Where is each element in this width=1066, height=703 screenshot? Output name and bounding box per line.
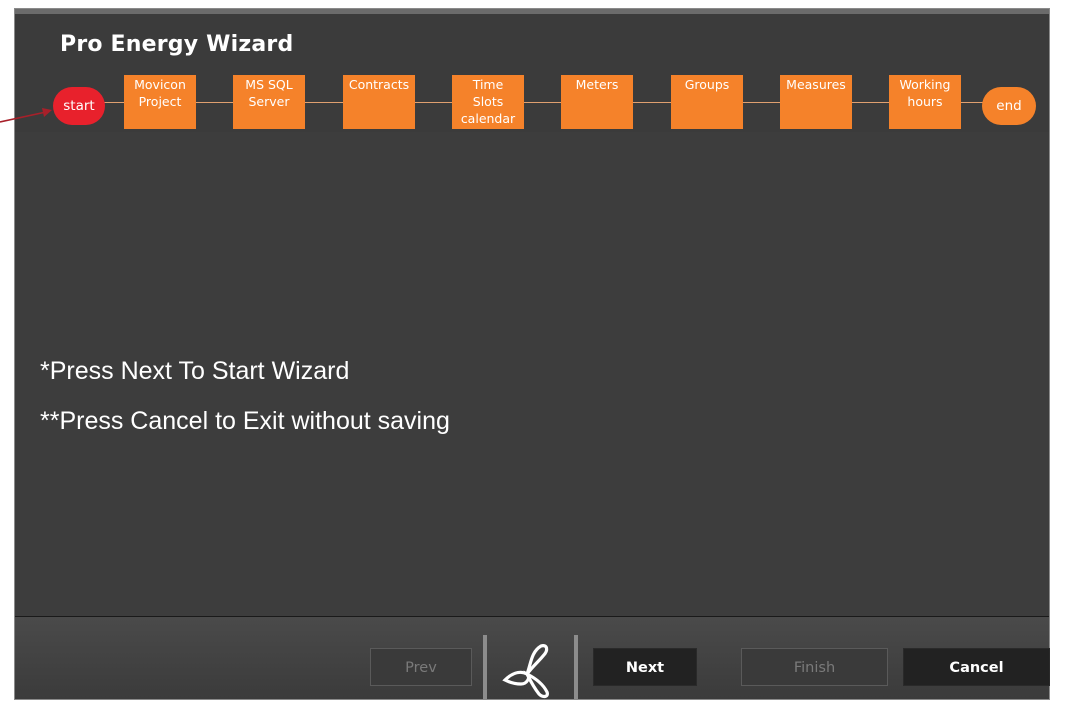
- step-working-hours: Working hours: [889, 75, 961, 129]
- footer-divider-left: [483, 635, 487, 699]
- cancel-button[interactable]: Cancel: [903, 648, 1050, 686]
- step-measures: Measures: [780, 75, 852, 129]
- step-end: end: [982, 87, 1036, 125]
- wizard-logo-icon: [502, 644, 549, 699]
- wizard-window: Pro Energy Wizard start Movicon Project …: [14, 8, 1050, 700]
- wizard-content: *Press Next To Start Wizard **Press Canc…: [15, 132, 1049, 617]
- step-ms-sql-server: MS SQL Server: [233, 75, 305, 129]
- annotation-arrow-icon: [0, 108, 52, 123]
- instruction-cancel: **Press Cancel to Exit without saving: [40, 407, 450, 435]
- next-button[interactable]: Next: [593, 648, 697, 686]
- wizard-header: Pro Energy Wizard start Movicon Project …: [15, 14, 1049, 132]
- prev-button[interactable]: Prev: [370, 648, 472, 686]
- wizard-footer: Prev Next Finish Cancel: [15, 617, 1050, 699]
- footer-divider-right: [574, 635, 578, 699]
- step-meters: Meters: [561, 75, 633, 129]
- step-groups: Groups: [671, 75, 743, 129]
- step-connector-line: [70, 102, 1025, 103]
- step-time-slots-calendar: Time Slots calendar: [452, 75, 524, 129]
- step-movicon-project: Movicon Project: [124, 75, 196, 129]
- step-contracts: Contracts: [343, 75, 415, 129]
- instruction-next: *Press Next To Start Wizard: [40, 357, 350, 385]
- wizard-title: Pro Energy Wizard: [60, 32, 294, 57]
- finish-button[interactable]: Finish: [741, 648, 888, 686]
